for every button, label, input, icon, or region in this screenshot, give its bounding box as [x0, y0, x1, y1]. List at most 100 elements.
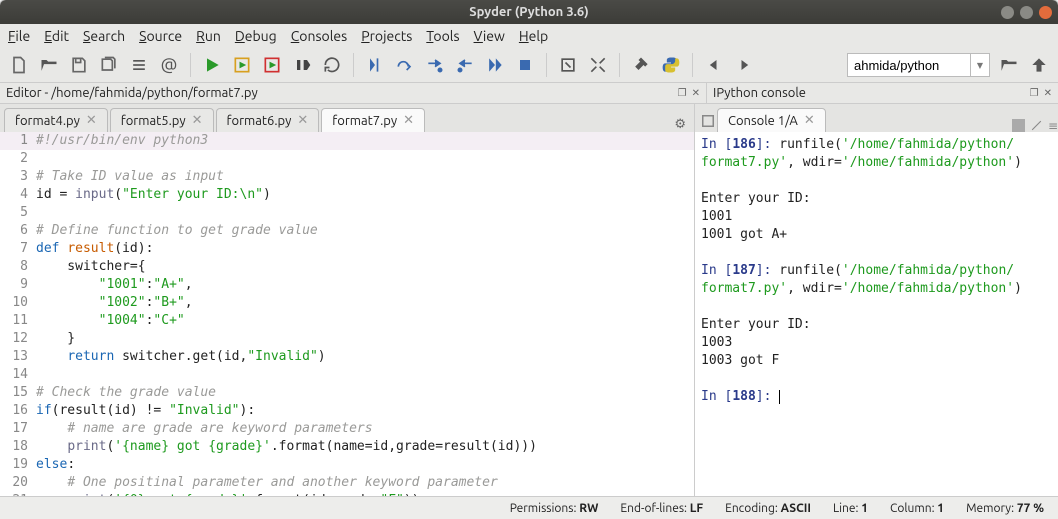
debug-continue-icon[interactable]	[484, 54, 506, 76]
code-line[interactable]: 16if(result(id) != "Invalid"):	[0, 402, 694, 420]
close-icon[interactable]: ✕	[86, 113, 97, 128]
status-column: Column: 1	[890, 502, 944, 515]
menu-item-run[interactable]: Run	[196, 28, 221, 44]
close-button[interactable]	[1039, 6, 1052, 19]
menu-item-consoles[interactable]: Consoles	[291, 28, 348, 44]
console-menu-icon[interactable]	[699, 110, 717, 132]
console-line: In [187]: runfile('/home/fahmida/python/…	[701, 262, 1052, 298]
menu-item-projects[interactable]: Projects	[361, 28, 412, 44]
code-line[interactable]: 11 "1004":"C+"	[0, 312, 694, 330]
new-file-icon[interactable]	[8, 54, 30, 76]
console-line: 1001	[701, 208, 1052, 226]
clear-console-icon[interactable]	[1030, 119, 1043, 132]
console-line: 1003 got F	[701, 352, 1052, 370]
code-line[interactable]: 12 }	[0, 330, 694, 348]
menu-item-edit[interactable]: Edit	[44, 28, 69, 44]
browse-folder-icon[interactable]	[998, 54, 1020, 76]
tab-label: format5.py	[121, 114, 186, 128]
close-dock-icon[interactable]: ✕	[692, 87, 700, 99]
debug-stop-icon[interactable]	[514, 54, 536, 76]
main-area: format4.py✕format5.py✕format6.py✕format7…	[0, 104, 1058, 496]
run-icon[interactable]	[201, 54, 223, 76]
editor-tab[interactable]: format5.py ✕	[110, 108, 214, 132]
window-title: Spyder (Python 3.6)	[0, 5, 1058, 19]
open-folder-icon[interactable]	[38, 54, 60, 76]
parent-dir-icon[interactable]	[1028, 54, 1050, 76]
minimize-button[interactable]	[1001, 6, 1014, 19]
python-path-icon[interactable]	[660, 54, 682, 76]
debug-file-icon[interactable]	[364, 54, 386, 76]
close-icon[interactable]: ✕	[297, 113, 308, 128]
code-editor[interactable]: 1#!/usr/bin/env python323# Take ID value…	[0, 132, 694, 496]
code-line[interactable]: 15# Check the grade value	[0, 384, 694, 402]
step-over-icon[interactable]	[394, 54, 416, 76]
run-cell-icon[interactable]	[231, 54, 253, 76]
code-line[interactable]: 13 return switcher.get(id,"Invalid")	[0, 348, 694, 366]
code-line[interactable]: 3# Take ID value as input	[0, 168, 694, 186]
code-line[interactable]: 10 "1002":"B+",	[0, 294, 694, 312]
undock-icon[interactable]: ❐	[1030, 87, 1039, 99]
at-icon[interactable]: @	[158, 54, 180, 76]
code-line[interactable]: 9 "1001":"A+",	[0, 276, 694, 294]
menu-item-debug[interactable]: Debug	[235, 28, 277, 44]
maximize-button[interactable]	[1020, 6, 1033, 19]
close-dock-icon[interactable]: ✕	[1044, 87, 1052, 99]
code-line[interactable]: 7def result(id):	[0, 240, 694, 258]
step-into-icon[interactable]	[424, 54, 446, 76]
code-line[interactable]: 18 print('{name} got {grade}'.format(nam…	[0, 438, 694, 456]
rerun-icon[interactable]	[321, 54, 343, 76]
ipython-console[interactable]: In [186]: runfile('/home/fahmida/python/…	[695, 132, 1058, 496]
menu-item-tools[interactable]: Tools	[426, 28, 459, 44]
step-out-icon[interactable]	[454, 54, 476, 76]
titlebar: Spyder (Python 3.6)	[0, 0, 1058, 24]
maximize-pane-icon[interactable]	[557, 54, 579, 76]
code-line[interactable]: 2	[0, 150, 694, 168]
editor-dock-title: Editor - /home/fahmida/python/format7.py	[6, 86, 258, 100]
menu-item-source[interactable]: Source	[139, 28, 182, 44]
editor-tab[interactable]: format4.py✕	[4, 108, 108, 132]
console-line: In [188]:	[701, 388, 1052, 406]
working-dir-selector[interactable]: ▼	[847, 53, 990, 77]
run-cell-advance-icon[interactable]	[261, 54, 283, 76]
code-line[interactable]: 8 switcher={	[0, 258, 694, 276]
gear-icon[interactable]: ⚙	[674, 117, 686, 132]
code-line[interactable]: 4id = input("Enter your ID:\n")	[0, 186, 694, 204]
editor-tab[interactable]: format6.py✕	[216, 108, 320, 132]
code-line[interactable]: 1#!/usr/bin/env python3	[0, 132, 694, 150]
console-options-icon[interactable]: ≡	[1048, 119, 1058, 132]
console-tab[interactable]: Console 1/A ✕	[717, 108, 826, 132]
save-all-icon[interactable]	[98, 54, 120, 76]
close-icon[interactable]: ✕	[804, 113, 815, 128]
preferences-icon[interactable]	[630, 54, 652, 76]
editor-tab[interactable]: format7.py✕	[321, 108, 425, 132]
list-icon[interactable]	[128, 54, 150, 76]
run-selection-icon[interactable]	[291, 54, 313, 76]
separator	[353, 53, 354, 77]
console-dock-header: IPython console ❐✕	[707, 83, 1058, 103]
console-line: Enter your ID:	[701, 190, 1052, 208]
fullscreen-icon[interactable]	[587, 54, 609, 76]
status-permissions: Permissions: RW	[510, 502, 599, 515]
separator	[546, 53, 547, 77]
forward-icon[interactable]	[733, 54, 755, 76]
close-icon[interactable]: ✕	[192, 113, 203, 128]
code-line[interactable]: 19else:	[0, 456, 694, 474]
menu-item-help[interactable]: Help	[519, 28, 548, 44]
close-icon[interactable]: ✕	[403, 113, 414, 128]
back-icon[interactable]	[703, 54, 725, 76]
menu-item-view[interactable]: View	[474, 28, 505, 44]
stop-console-icon[interactable]	[1012, 119, 1025, 132]
code-line[interactable]: 14	[0, 366, 694, 384]
menu-item-file[interactable]: File	[8, 28, 30, 44]
code-line[interactable]: 6# Define function to get grade value	[0, 222, 694, 240]
undock-icon[interactable]: ❐	[678, 87, 687, 99]
save-icon[interactable]	[68, 54, 90, 76]
code-line[interactable]: 20 # One positinal parameter and another…	[0, 474, 694, 492]
code-line[interactable]: 5	[0, 204, 694, 222]
code-line[interactable]: 17 # name are grade are keyword paramete…	[0, 420, 694, 438]
menu-item-search[interactable]: Search	[83, 28, 125, 44]
working-dir-input[interactable]	[848, 58, 970, 73]
separator	[692, 53, 693, 77]
chevron-down-icon[interactable]: ▼	[970, 54, 989, 76]
editor-dock-header: Editor - /home/fahmida/python/format7.py…	[0, 83, 707, 103]
